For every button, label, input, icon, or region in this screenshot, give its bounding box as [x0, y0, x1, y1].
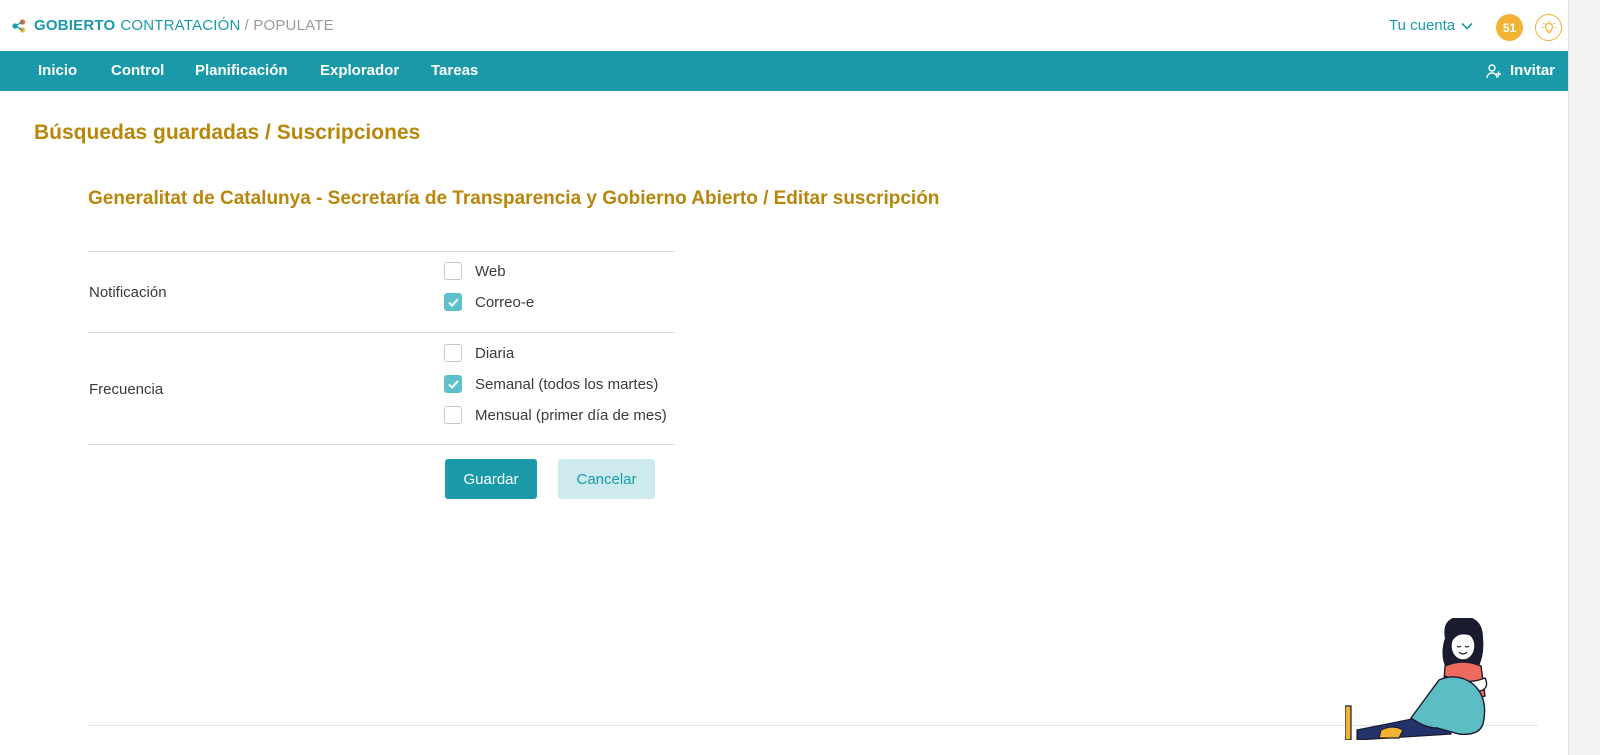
- divider: [88, 332, 675, 333]
- invite-label: Invitar: [1510, 62, 1556, 79]
- brand-logo[interactable]: GOBIERTO CONTRATACIÓN / POPULATE: [12, 17, 334, 34]
- main-nav: Inicio Control Planificación Explorador …: [0, 51, 1568, 91]
- page-scrollbar[interactable]: [1568, 0, 1600, 755]
- nav-item-inicio[interactable]: Inicio: [38, 62, 77, 79]
- option-monthly[interactable]: Mensual (primer día de mes): [444, 406, 667, 424]
- page-title: Búsquedas guardadas / Suscripciones: [34, 121, 421, 144]
- checkbox-web[interactable]: [444, 262, 462, 280]
- checkbox-monthly[interactable]: [444, 406, 462, 424]
- option-label: Mensual (primer día de mes): [475, 406, 667, 424]
- account-label: Tu cuenta: [1389, 17, 1456, 34]
- logo-icon: [12, 18, 26, 33]
- option-weekly[interactable]: Semanal (todos los martes): [444, 375, 658, 393]
- option-label: Diaria: [475, 344, 515, 362]
- nav-item-planificacion[interactable]: Planificación: [195, 62, 288, 79]
- option-email[interactable]: Correo-e: [444, 293, 534, 311]
- option-daily[interactable]: Diaria: [444, 344, 514, 362]
- notifications-badge[interactable]: 51: [1496, 14, 1523, 41]
- check-icon: [447, 379, 459, 389]
- option-label: Web: [475, 262, 506, 280]
- option-label: Correo-e: [475, 293, 535, 311]
- checkbox-daily[interactable]: [444, 344, 462, 362]
- checkbox-weekly[interactable]: [444, 375, 462, 393]
- checkbox-email[interactable]: [444, 293, 462, 311]
- brand-module: CONTRATACIÓN: [120, 17, 241, 34]
- cancel-button[interactable]: Cancelar: [558, 459, 655, 499]
- nav-item-explorador[interactable]: Explorador: [320, 62, 399, 79]
- tips-button[interactable]: [1535, 14, 1562, 41]
- chevron-down-icon: [1461, 22, 1473, 30]
- divider: [88, 251, 675, 252]
- subscription-title: Generalitat de Catalunya - Secretaría de…: [88, 188, 940, 209]
- footer-divider: [88, 725, 1538, 726]
- save-button[interactable]: Guardar: [445, 459, 537, 499]
- account-menu[interactable]: Tu cuenta: [1389, 17, 1473, 34]
- option-label: Semanal (todos los martes): [475, 375, 659, 393]
- brand-site: / POPULATE: [244, 17, 334, 34]
- nav-item-tareas[interactable]: Tareas: [431, 62, 478, 79]
- lightbulb-icon: [1541, 20, 1556, 33]
- notification-label: Notificación: [89, 284, 167, 301]
- option-web[interactable]: Web: [444, 262, 506, 280]
- woman-illustration: [1345, 618, 1488, 740]
- frequency-label: Frecuencia: [89, 381, 164, 398]
- nav-item-control[interactable]: Control: [111, 62, 164, 79]
- invite-button[interactable]: Invitar: [1486, 62, 1555, 79]
- divider: [88, 444, 675, 445]
- add-user-icon: [1486, 63, 1501, 78]
- top-bar: GOBIERTO CONTRATACIÓN / POPULATE Tu cuen…: [0, 0, 1568, 51]
- brand-name: GOBIERTO: [34, 17, 116, 34]
- check-icon: [447, 297, 459, 307]
